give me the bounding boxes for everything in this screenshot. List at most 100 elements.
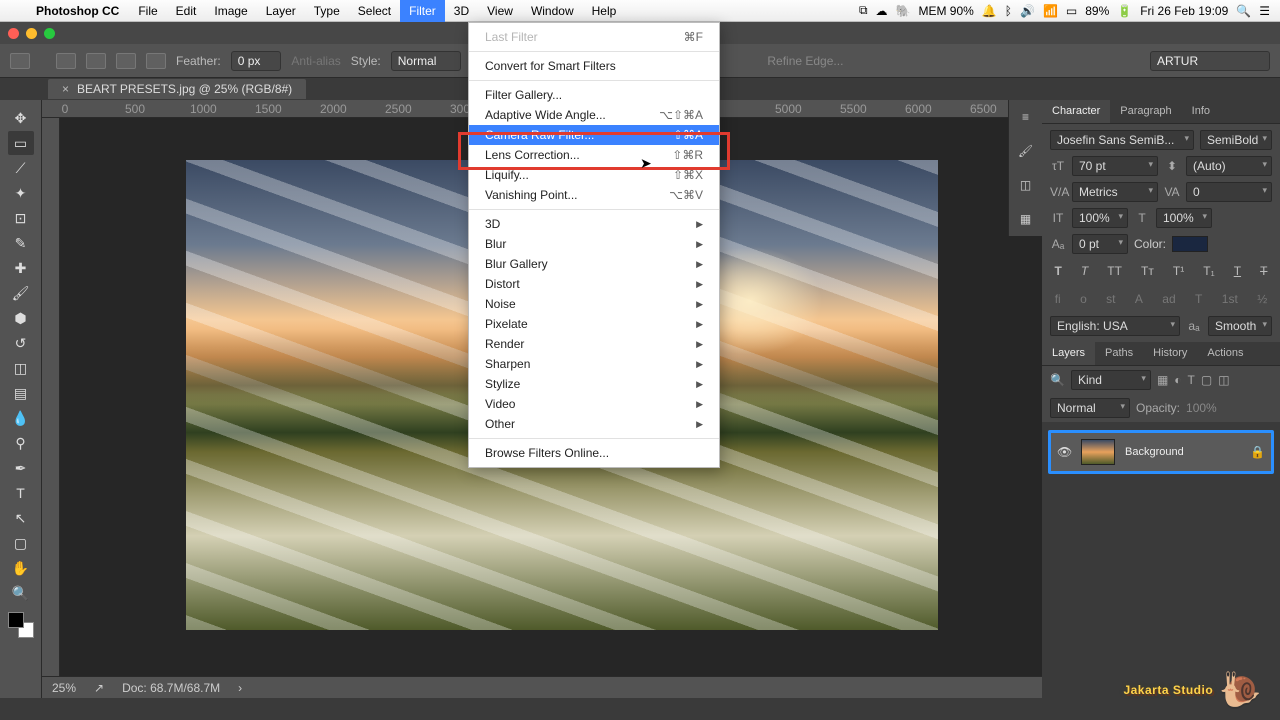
filter-lens[interactable]: Lens Correction...⇧⌘R xyxy=(469,145,719,165)
brush-tool[interactable]: 🖌 xyxy=(8,281,34,305)
allcaps-button[interactable]: TT xyxy=(1107,264,1122,278)
language-dropdown[interactable]: English: USA xyxy=(1050,316,1180,336)
volume-icon[interactable]: 🔊 xyxy=(1020,4,1035,18)
marquee-tool[interactable]: ▭ xyxy=(8,131,34,155)
filter-type-icon[interactable]: T xyxy=(1188,373,1195,387)
brush-panel-icon[interactable]: 🖌 xyxy=(1017,142,1035,160)
move-tool[interactable]: ✥ xyxy=(8,106,34,130)
marquee-mode-icon[interactable] xyxy=(10,53,30,69)
ordinal-button[interactable]: o xyxy=(1080,292,1087,306)
menu-3d[interactable]: 3D xyxy=(445,0,478,22)
font-weight-dropdown[interactable]: SemiBold xyxy=(1200,130,1272,150)
filter-blur[interactable]: Blur xyxy=(469,234,719,254)
filter-blur-gallery[interactable]: Blur Gallery xyxy=(469,254,719,274)
spotlight-icon[interactable]: 🔍 xyxy=(1236,4,1251,18)
style-dropdown[interactable]: Normal xyxy=(391,51,461,71)
refine-edge-button[interactable]: Refine Edge... xyxy=(767,54,843,68)
ruler-vertical[interactable] xyxy=(42,118,60,676)
zoom-tool[interactable]: 🔍 xyxy=(8,581,34,605)
menu-filter[interactable]: Filter xyxy=(400,0,445,22)
stylistic-button[interactable]: st xyxy=(1106,292,1115,306)
shape-tool[interactable]: ▢ xyxy=(8,531,34,555)
doc-size[interactable]: Doc: 68.7M/68.7M xyxy=(122,681,220,695)
font-family-dropdown[interactable]: Josefin Sans SemiB... xyxy=(1050,130,1194,150)
leading-dropdown[interactable]: (Auto) xyxy=(1186,156,1272,176)
close-tab-icon[interactable]: × xyxy=(62,82,69,96)
search-icon[interactable]: 🔍 xyxy=(1050,373,1065,387)
filter-pixels-icon[interactable]: ▦ xyxy=(1157,373,1168,387)
swatches-icon[interactable]: ◫ xyxy=(1017,176,1035,194)
color-swatch[interactable] xyxy=(8,612,34,638)
layer-background[interactable]: 👁 Background 🔒 xyxy=(1048,430,1274,474)
tab-actions[interactable]: Actions xyxy=(1197,342,1253,365)
dodge-tool[interactable]: ⚲ xyxy=(8,431,34,455)
blur-tool[interactable]: 💧 xyxy=(8,406,34,430)
app-name[interactable]: Photoshop CC xyxy=(26,4,129,18)
filter-other[interactable]: Other xyxy=(469,414,719,434)
filter-camera-raw[interactable]: Camera Raw Filter...⇧⌘A xyxy=(469,125,719,145)
strike-button[interactable]: T xyxy=(1260,264,1267,278)
display-icon[interactable]: ▭ xyxy=(1066,4,1077,18)
tab-info[interactable]: Info xyxy=(1182,100,1220,123)
kerning-dropdown[interactable]: Metrics xyxy=(1072,182,1158,202)
filter-liquify[interactable]: Liquify...⇧⌘X xyxy=(469,165,719,185)
menu-icon[interactable]: ☰ xyxy=(1259,4,1270,18)
selection-add-icon[interactable] xyxy=(86,53,106,69)
swash-button[interactable]: A xyxy=(1135,292,1143,306)
lasso-tool[interactable]: ⟋ xyxy=(8,156,34,180)
bt-icon[interactable]: ᛒ xyxy=(1005,4,1012,18)
filter-shape-icon[interactable]: ▢ xyxy=(1201,373,1212,387)
histogram-icon[interactable]: ≡ xyxy=(1017,108,1035,126)
type-tool[interactable]: T xyxy=(8,481,34,505)
tab-character[interactable]: Character xyxy=(1042,100,1110,123)
crop-tool[interactable]: ⊡ xyxy=(8,206,34,230)
antialias-dropdown[interactable]: Smooth xyxy=(1208,316,1272,336)
lock-icon[interactable]: 🔒 xyxy=(1250,445,1265,459)
filter-browse-online[interactable]: Browse Filters Online... xyxy=(469,443,719,463)
filter-vanishing[interactable]: Vanishing Point...⌥⌘V xyxy=(469,185,719,205)
filter-gallery[interactable]: Filter Gallery... xyxy=(469,85,719,105)
filter-noise[interactable]: Noise xyxy=(469,294,719,314)
contextual-button[interactable]: 1st xyxy=(1222,292,1238,306)
menu-select[interactable]: Select xyxy=(349,0,400,22)
filter-render[interactable]: Render xyxy=(469,334,719,354)
path-tool[interactable]: ↖ xyxy=(8,506,34,530)
tab-paragraph[interactable]: Paragraph xyxy=(1110,100,1181,123)
font-size-dropdown[interactable]: 70 pt xyxy=(1072,156,1158,176)
vscale-input[interactable]: 100% xyxy=(1072,208,1128,228)
layer-name-label[interactable]: Background xyxy=(1125,446,1240,458)
filter-stylize[interactable]: Stylize xyxy=(469,374,719,394)
filter-sharpen[interactable]: Sharpen xyxy=(469,354,719,374)
eraser-tool[interactable]: ◫ xyxy=(8,356,34,380)
filter-convert-smart[interactable]: Convert for Smart Filters xyxy=(469,56,719,76)
tab-history[interactable]: History xyxy=(1143,342,1197,365)
filter-video[interactable]: Video xyxy=(469,394,719,414)
text-color-swatch[interactable] xyxy=(1172,236,1208,252)
history-brush-tool[interactable]: ↺ xyxy=(8,331,34,355)
underline-button[interactable]: T xyxy=(1234,264,1241,278)
tab-paths[interactable]: Paths xyxy=(1095,342,1143,365)
eyedropper-tool[interactable]: ✎ xyxy=(8,231,34,255)
menu-layer[interactable]: Layer xyxy=(257,0,305,22)
chevron-right-icon[interactable]: › xyxy=(238,681,242,695)
menu-view[interactable]: View xyxy=(478,0,522,22)
layer-thumbnail[interactable] xyxy=(1081,439,1115,465)
gradient-tool[interactable]: ▤ xyxy=(8,381,34,405)
hscale-input[interactable]: 100% xyxy=(1156,208,1212,228)
layer-filter-dropdown[interactable]: Kind xyxy=(1071,370,1151,390)
filter-smart-icon[interactable]: ◫ xyxy=(1218,373,1229,387)
blend-mode-dropdown[interactable]: Normal xyxy=(1050,398,1130,418)
hand-tool[interactable]: ✋ xyxy=(8,556,34,580)
oldstyle-button[interactable]: ½ xyxy=(1257,292,1267,306)
baseline-input[interactable]: 0 pt xyxy=(1072,234,1128,254)
clock[interactable]: Fri 26 Feb 19:09 xyxy=(1140,4,1228,18)
opacity-value[interactable]: 100% xyxy=(1186,401,1217,415)
cloud-icon[interactable]: ☁ xyxy=(876,4,888,18)
filter-distort[interactable]: Distort xyxy=(469,274,719,294)
menu-window[interactable]: Window xyxy=(522,0,583,22)
titling-button[interactable]: ad xyxy=(1162,292,1175,306)
filter-pixelate[interactable]: Pixelate xyxy=(469,314,719,334)
styles-icon[interactable]: ▦ xyxy=(1017,210,1035,228)
menu-image[interactable]: Image xyxy=(205,0,256,22)
dropbox-icon[interactable]: ⧉ xyxy=(859,3,868,18)
